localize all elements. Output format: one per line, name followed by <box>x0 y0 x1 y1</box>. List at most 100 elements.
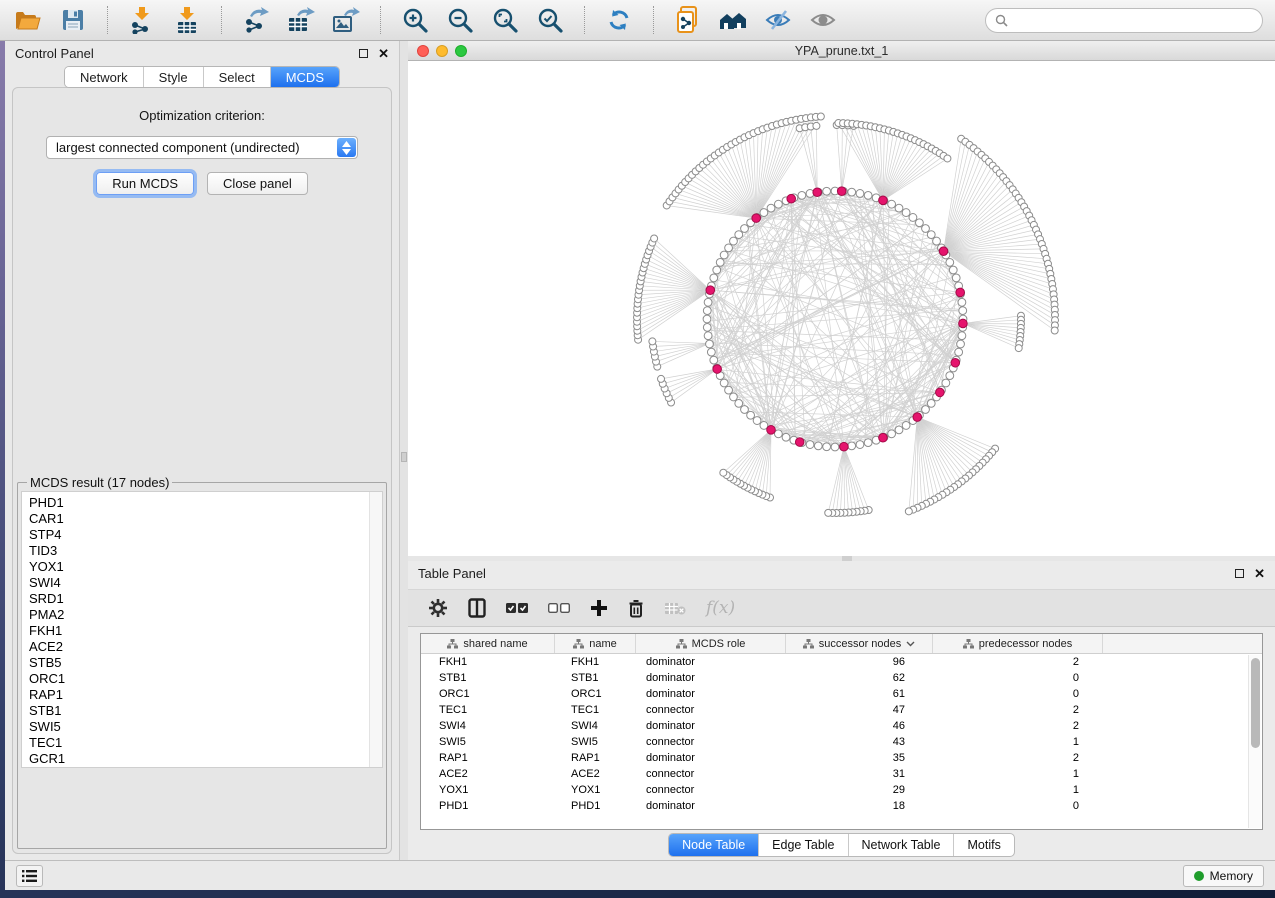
table-cell: SWI4 <box>555 720 636 732</box>
zoom-out-icon[interactable] <box>444 4 476 36</box>
maximize-window-icon[interactable] <box>455 45 467 57</box>
mcds-result-item[interactable]: TID3 <box>29 543 382 559</box>
eye-icon[interactable] <box>807 4 839 36</box>
tab-motifs[interactable]: Motifs <box>954 834 1013 856</box>
zoom-fit-icon[interactable] <box>489 4 521 36</box>
save-session-icon[interactable] <box>57 4 89 36</box>
horizontal-splitter[interactable] <box>408 556 1275 561</box>
hide-eye-icon[interactable] <box>762 4 794 36</box>
delete-trash-icon[interactable] <box>628 599 644 618</box>
run-mcds-button[interactable]: Run MCDS <box>96 172 194 195</box>
scrollbar-thumb[interactable] <box>1251 658 1260 748</box>
table-scrollbar[interactable] <box>1248 655 1261 828</box>
mcds-result-item[interactable]: TEC1 <box>29 735 382 751</box>
select-all-icon[interactable] <box>506 602 528 614</box>
mcds-result-item[interactable]: ORC1 <box>29 671 382 687</box>
mcds-result-item[interactable]: CAR1 <box>29 511 382 527</box>
table-cell: dominator <box>636 720 786 732</box>
export-network-icon[interactable] <box>240 4 272 36</box>
hide-table-icon[interactable] <box>664 601 686 616</box>
mcds-result-item[interactable]: FKH1 <box>29 623 382 639</box>
criterion-select[interactable]: largest connected component (undirected) <box>46 136 358 159</box>
tab-mcds[interactable]: MCDS <box>271 67 339 87</box>
table-cell: ORC1 <box>421 688 555 700</box>
mcds-list-scrollbar[interactable] <box>369 492 382 767</box>
float-panel-icon[interactable] <box>1235 569 1244 578</box>
search-box[interactable] <box>985 8 1263 33</box>
export-table-icon[interactable] <box>285 4 317 36</box>
import-table-icon[interactable] <box>171 4 203 36</box>
mcds-result-item[interactable]: GCR1 <box>29 751 382 767</box>
table-row[interactable]: ORC1ORC1dominator610 <box>421 686 1262 702</box>
column-header-predecessor-nodes[interactable]: predecessor nodes <box>933 634 1103 653</box>
add-row-icon[interactable] <box>590 599 608 617</box>
export-image-icon[interactable] <box>330 4 362 36</box>
close-panel-icon[interactable]: ✕ <box>1254 567 1265 580</box>
mcds-result-item[interactable]: SRD1 <box>29 591 382 607</box>
close-panel-button[interactable]: Close panel <box>207 172 308 195</box>
show-panels-button[interactable] <box>16 865 43 887</box>
table-row[interactable]: ACE2ACE2connector311 <box>421 766 1262 782</box>
mcds-result-item[interactable]: STB5 <box>29 655 382 671</box>
deselect-all-icon[interactable] <box>548 602 570 614</box>
tab-style[interactable]: Style <box>144 67 204 87</box>
vertical-splitter[interactable] <box>400 41 408 860</box>
table-row[interactable]: TEC1TEC1connector472 <box>421 702 1262 718</box>
houses-icon[interactable] <box>717 4 749 36</box>
zoom-in-icon[interactable] <box>399 4 431 36</box>
mcds-result-item[interactable]: PMA2 <box>29 607 382 623</box>
mcds-result-item[interactable]: STB1 <box>29 703 382 719</box>
mcds-result-item[interactable]: STP4 <box>29 527 382 543</box>
table-cell: 62 <box>786 672 933 684</box>
mcds-result-item[interactable]: SWI5 <box>29 719 382 735</box>
import-network-icon[interactable] <box>126 4 158 36</box>
mcds-result-list[interactable]: PHD1CAR1STP4TID3YOX1SWI4SRD1PMA2FKH1ACE2… <box>21 491 383 768</box>
column-header-name[interactable]: name <box>555 634 636 653</box>
mcds-result-item[interactable]: YOX1 <box>29 559 382 575</box>
search-input[interactable] <box>1014 13 1253 27</box>
attribute-icon <box>447 639 458 649</box>
tab-node-table[interactable]: Node Table <box>669 834 759 856</box>
table-cell: STB1 <box>421 672 555 684</box>
open-session-icon[interactable] <box>12 4 44 36</box>
table-cell: 47 <box>786 704 933 716</box>
table-row[interactable]: SWI4SWI4dominator462 <box>421 718 1262 734</box>
minimize-window-icon[interactable] <box>436 45 448 57</box>
column-header-successor-nodes[interactable]: successor nodes <box>786 634 933 653</box>
table-cell: connector <box>636 704 786 716</box>
function-builder-icon[interactable]: f(x) <box>706 598 735 618</box>
memory-button[interactable]: Memory <box>1183 865 1264 887</box>
network-from-selection-icon[interactable] <box>672 4 704 36</box>
table-row[interactable]: YOX1YOX1connector291 <box>421 782 1262 798</box>
mcds-result-item[interactable]: ACE2 <box>29 639 382 655</box>
column-header-mcds-role[interactable]: MCDS role <box>636 634 786 653</box>
tab-edge-table[interactable]: Edge Table <box>759 834 848 856</box>
table-row[interactable]: RAP1RAP1dominator352 <box>421 750 1262 766</box>
splitter-handle[interactable] <box>842 556 852 561</box>
tab-network-table[interactable]: Network Table <box>849 834 955 856</box>
table-cell: dominator <box>636 656 786 668</box>
refresh-icon[interactable] <box>603 4 635 36</box>
table-row[interactable]: PHD1PHD1dominator180 <box>421 798 1262 814</box>
close-panel-icon[interactable]: ✕ <box>378 47 389 60</box>
zoom-selected-icon[interactable] <box>534 4 566 36</box>
mcds-result-item[interactable]: PHD1 <box>29 495 382 511</box>
close-window-icon[interactable] <box>417 45 429 57</box>
network-canvas[interactable] <box>408 61 1275 556</box>
splitter-handle[interactable] <box>401 452 407 462</box>
table-row[interactable]: FKH1FKH1dominator962 <box>421 654 1262 670</box>
mcds-result-item[interactable]: RAP1 <box>29 687 382 703</box>
network-window-titlebar[interactable]: YPA_prune.txt_1 <box>408 41 1275 61</box>
settings-gear-icon[interactable] <box>428 598 448 618</box>
tab-select[interactable]: Select <box>204 67 271 87</box>
float-panel-icon[interactable] <box>359 49 368 58</box>
table-cell: YOX1 <box>555 784 636 796</box>
show-columns-icon[interactable] <box>468 598 486 618</box>
mcds-result-item[interactable]: SWI4 <box>29 575 382 591</box>
column-header-shared-name[interactable]: shared name <box>421 634 555 653</box>
table-cell: TEC1 <box>421 704 555 716</box>
status-bar: Memory <box>5 860 1275 890</box>
tab-network[interactable]: Network <box>65 67 144 87</box>
table-row[interactable]: STB1STB1dominator620 <box>421 670 1262 686</box>
table-row[interactable]: SWI5SWI5connector431 <box>421 734 1262 750</box>
